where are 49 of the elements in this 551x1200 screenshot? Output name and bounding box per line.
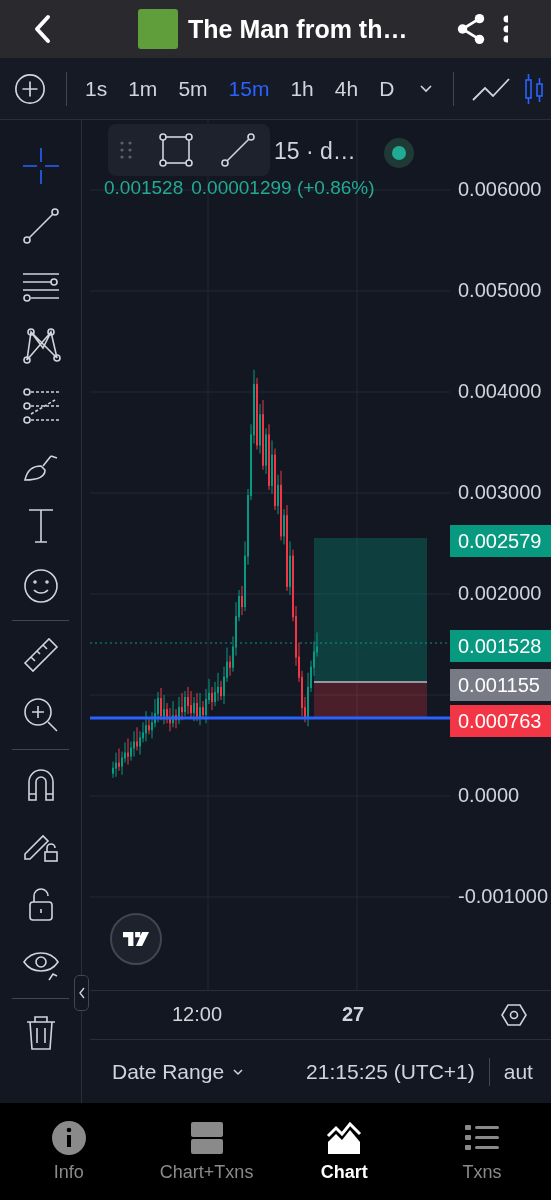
caret-icon[interactable] [419,83,434,94]
timeframe-tab[interactable]: D [379,72,395,105]
price-tag: 0.002579 [450,525,551,557]
token-avatar [138,9,178,49]
logo-icon[interactable] [110,913,162,965]
pattern-icon[interactable] [20,326,61,366]
price-tag: 0.001528 [450,630,551,662]
price-tag: 0.000763 [450,705,551,737]
timeframe-tab[interactable]: 15m [228,72,270,105]
fibonacci-icon[interactable] [20,386,61,426]
price-change: 0.00001299 (+0.86%) [191,177,375,199]
timeframe-tab[interactable]: 1m [128,72,158,105]
timeframe-tab[interactable]: 5m [178,72,208,105]
caret-icon [232,1067,245,1076]
nav-tab[interactable]: Chart [275,1103,414,1200]
collapse-button[interactable] [74,975,89,1011]
time-axis-label: 12:00 [172,1003,223,1026]
open-value: 0.001528 [104,177,184,199]
trend-line-icon[interactable] [20,206,61,246]
clock-time: 21:15:25 (UTC+1) [306,1059,475,1084]
back-icon[interactable] [32,14,52,44]
drag-handle-icon[interactable] [120,140,132,160]
price-axis-label: 0.002000 [458,582,542,605]
status-dot [384,138,414,168]
price-axis-label: -0.001000 [458,885,549,908]
price-axis-label: 0.004000 [458,380,542,403]
time-axis-label: 27 [342,1003,365,1026]
timeframe-tab[interactable]: 1h [290,72,314,105]
add-icon[interactable] [14,72,46,105]
chevron-left-icon [77,986,86,1000]
price-axis-label: 0.003000 [458,481,542,504]
timeframe-tab[interactable]: 4h [334,72,359,105]
date-range-button[interactable]: Date Range [112,1059,245,1084]
price-axis-label: 0.005000 [458,279,542,302]
trend-line-icon[interactable] [220,132,256,168]
candlestick-icon[interactable] [524,71,545,106]
nav-tab[interactable]: Chart+Txns [137,1103,276,1200]
token-title: The Man from th… [188,14,408,44]
nav-tab[interactable]: Txns [413,1103,551,1200]
auto-scale-button[interactable]: aut [503,1059,533,1084]
price-axis-label: 0.0000 [458,784,520,807]
rectangle-icon[interactable] [158,132,194,168]
timeframe-tab[interactable]: 1s [85,72,108,105]
nav-tab[interactable]: Info [0,1103,138,1200]
settings-icon[interactable] [501,1003,527,1027]
price-tag: 0.001155 [450,669,551,701]
crosshair-icon[interactable] [20,146,61,186]
symbol-title: 15 · d… [274,138,356,165]
price-axis-label: 0.006000 [458,178,542,201]
